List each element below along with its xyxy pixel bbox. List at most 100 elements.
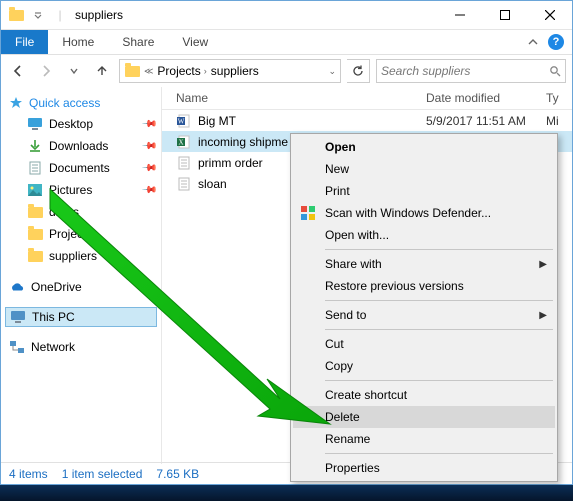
column-headers[interactable]: Name Date modified Ty [162, 87, 572, 110]
menu-share-with[interactable]: Share with▶ [293, 253, 555, 275]
search-input[interactable]: Search suppliers [376, 59, 566, 83]
menu-label: Copy [325, 359, 353, 373]
menu-scan-defender[interactable]: Scan with Windows Defender... [293, 202, 555, 224]
col-name-header[interactable]: Name [162, 91, 426, 105]
menu-label: Create shortcut [325, 388, 407, 402]
sidebar-item-label: Desktop [49, 117, 93, 131]
sidebar-item-projects[interactable]: Projects [1, 223, 161, 245]
downloads-icon [27, 138, 43, 154]
menu-delete[interactable]: Delete [293, 406, 555, 428]
file-tab[interactable]: File [1, 30, 48, 54]
file-name: primm order [198, 156, 263, 170]
maximize-button[interactable] [482, 1, 527, 29]
forward-button[interactable] [35, 60, 57, 82]
menu-separator [325, 300, 553, 301]
sidebar-item-suppliers[interactable]: suppliers [1, 245, 161, 267]
sidebar-item-downloads[interactable]: Downloads 📌 [1, 135, 161, 157]
col-date-header[interactable]: Date modified [426, 91, 546, 105]
menu-label: Delete [325, 410, 360, 424]
qat-dropdown-icon[interactable] [29, 6, 47, 24]
sidebar-item-drafts[interactable]: drafts [1, 201, 161, 223]
address-bar[interactable]: ≪ Projects› suppliers ⌄ [119, 59, 341, 83]
documents-icon [27, 160, 43, 176]
quick-access-heading[interactable]: Quick access [1, 93, 161, 113]
onedrive-label: OneDrive [31, 280, 82, 294]
onedrive-icon [9, 281, 25, 293]
file-name: Big MT [198, 114, 236, 128]
submenu-arrow-icon: ▶ [539, 259, 547, 270]
crumb-suppliers[interactable]: suppliers [211, 64, 259, 78]
ribbon: File Home Share View ? [1, 30, 572, 55]
desktop-icon [27, 116, 43, 132]
status-size: 7.65 KB [156, 467, 199, 481]
folder-icon [7, 6, 25, 24]
sidebar-item-label: Pictures [49, 183, 92, 197]
folder-icon [27, 248, 43, 264]
pictures-icon [27, 182, 43, 198]
pin-icon: 📌 [140, 138, 157, 155]
pin-icon: 📌 [140, 160, 157, 177]
crumb-projects[interactable]: Projects› [157, 64, 206, 78]
sidebar-item-label: suppliers [49, 249, 97, 263]
context-menu: Open New Print Scan with Windows Defende… [290, 133, 558, 482]
close-button[interactable] [527, 1, 572, 29]
file-row[interactable]: W Big MT 5/9/2017 11:51 AM Mi [162, 110, 572, 131]
menu-copy[interactable]: Copy [293, 355, 555, 377]
col-type-header[interactable]: Ty [546, 91, 572, 105]
menu-restore-versions[interactable]: Restore previous versions [293, 275, 555, 297]
menu-properties[interactable]: Properties [293, 457, 555, 479]
menu-open-with[interactable]: Open with... [293, 224, 555, 246]
tab-share[interactable]: Share [108, 30, 168, 54]
menu-label: Open [325, 140, 356, 154]
pin-icon: 📌 [140, 182, 157, 199]
menu-label: New [325, 162, 349, 176]
sidebar-item-pictures[interactable]: Pictures 📌 [1, 179, 161, 201]
ribbon-expand-icon[interactable] [528, 37, 538, 47]
menu-label: Rename [325, 432, 370, 446]
menu-separator [325, 329, 553, 330]
menu-new[interactable]: New [293, 158, 555, 180]
menu-open[interactable]: Open [293, 136, 555, 158]
menu-separator [325, 453, 553, 454]
sidebar-item-desktop[interactable]: Desktop 📌 [1, 113, 161, 135]
crumb-label: Projects [157, 64, 200, 78]
sidebar-item-documents[interactable]: Documents 📌 [1, 157, 161, 179]
network-label: Network [31, 340, 75, 354]
up-button[interactable] [91, 60, 113, 82]
minimize-button[interactable] [437, 1, 482, 29]
word-icon: W [176, 113, 192, 129]
quick-access-label: Quick access [29, 96, 100, 110]
menu-separator [325, 249, 553, 250]
text-file-icon [176, 176, 192, 192]
chevron-left-icon[interactable]: ≪ [144, 66, 153, 77]
refresh-button[interactable] [347, 59, 370, 83]
network-icon [9, 340, 25, 354]
sidebar-onedrive[interactable]: OneDrive [1, 277, 161, 297]
defender-icon [299, 204, 317, 222]
tab-home[interactable]: Home [48, 30, 108, 54]
submenu-arrow-icon: ▶ [539, 310, 547, 321]
sidebar-thispc[interactable]: This PC [5, 307, 157, 327]
crumb-label: suppliers [211, 64, 259, 78]
menu-send-to[interactable]: Send to▶ [293, 304, 555, 326]
address-dropdown-icon[interactable]: ⌄ [328, 66, 336, 77]
file-name: incoming shipme [198, 135, 288, 149]
folder-icon [27, 226, 43, 242]
menu-cut[interactable]: Cut [293, 333, 555, 355]
folder-icon [124, 63, 140, 79]
tab-view[interactable]: View [168, 30, 222, 54]
menu-create-shortcut[interactable]: Create shortcut [293, 384, 555, 406]
help-icon[interactable]: ? [548, 34, 564, 50]
sidebar-network[interactable]: Network [1, 337, 161, 357]
recent-dropdown-icon[interactable] [63, 60, 85, 82]
text-file-icon [176, 155, 192, 171]
menu-rename[interactable]: Rename [293, 428, 555, 450]
menu-print[interactable]: Print [293, 180, 555, 202]
thispc-icon [10, 310, 26, 324]
file-date: 5/9/2017 11:51 AM [426, 114, 546, 128]
status-count: 4 items [9, 467, 48, 481]
back-button[interactable] [7, 60, 29, 82]
menu-label: Open with... [325, 228, 389, 242]
nav-pane: Quick access Desktop 📌 Downloads 📌 Docum… [1, 87, 162, 464]
taskbar[interactable] [0, 485, 573, 501]
